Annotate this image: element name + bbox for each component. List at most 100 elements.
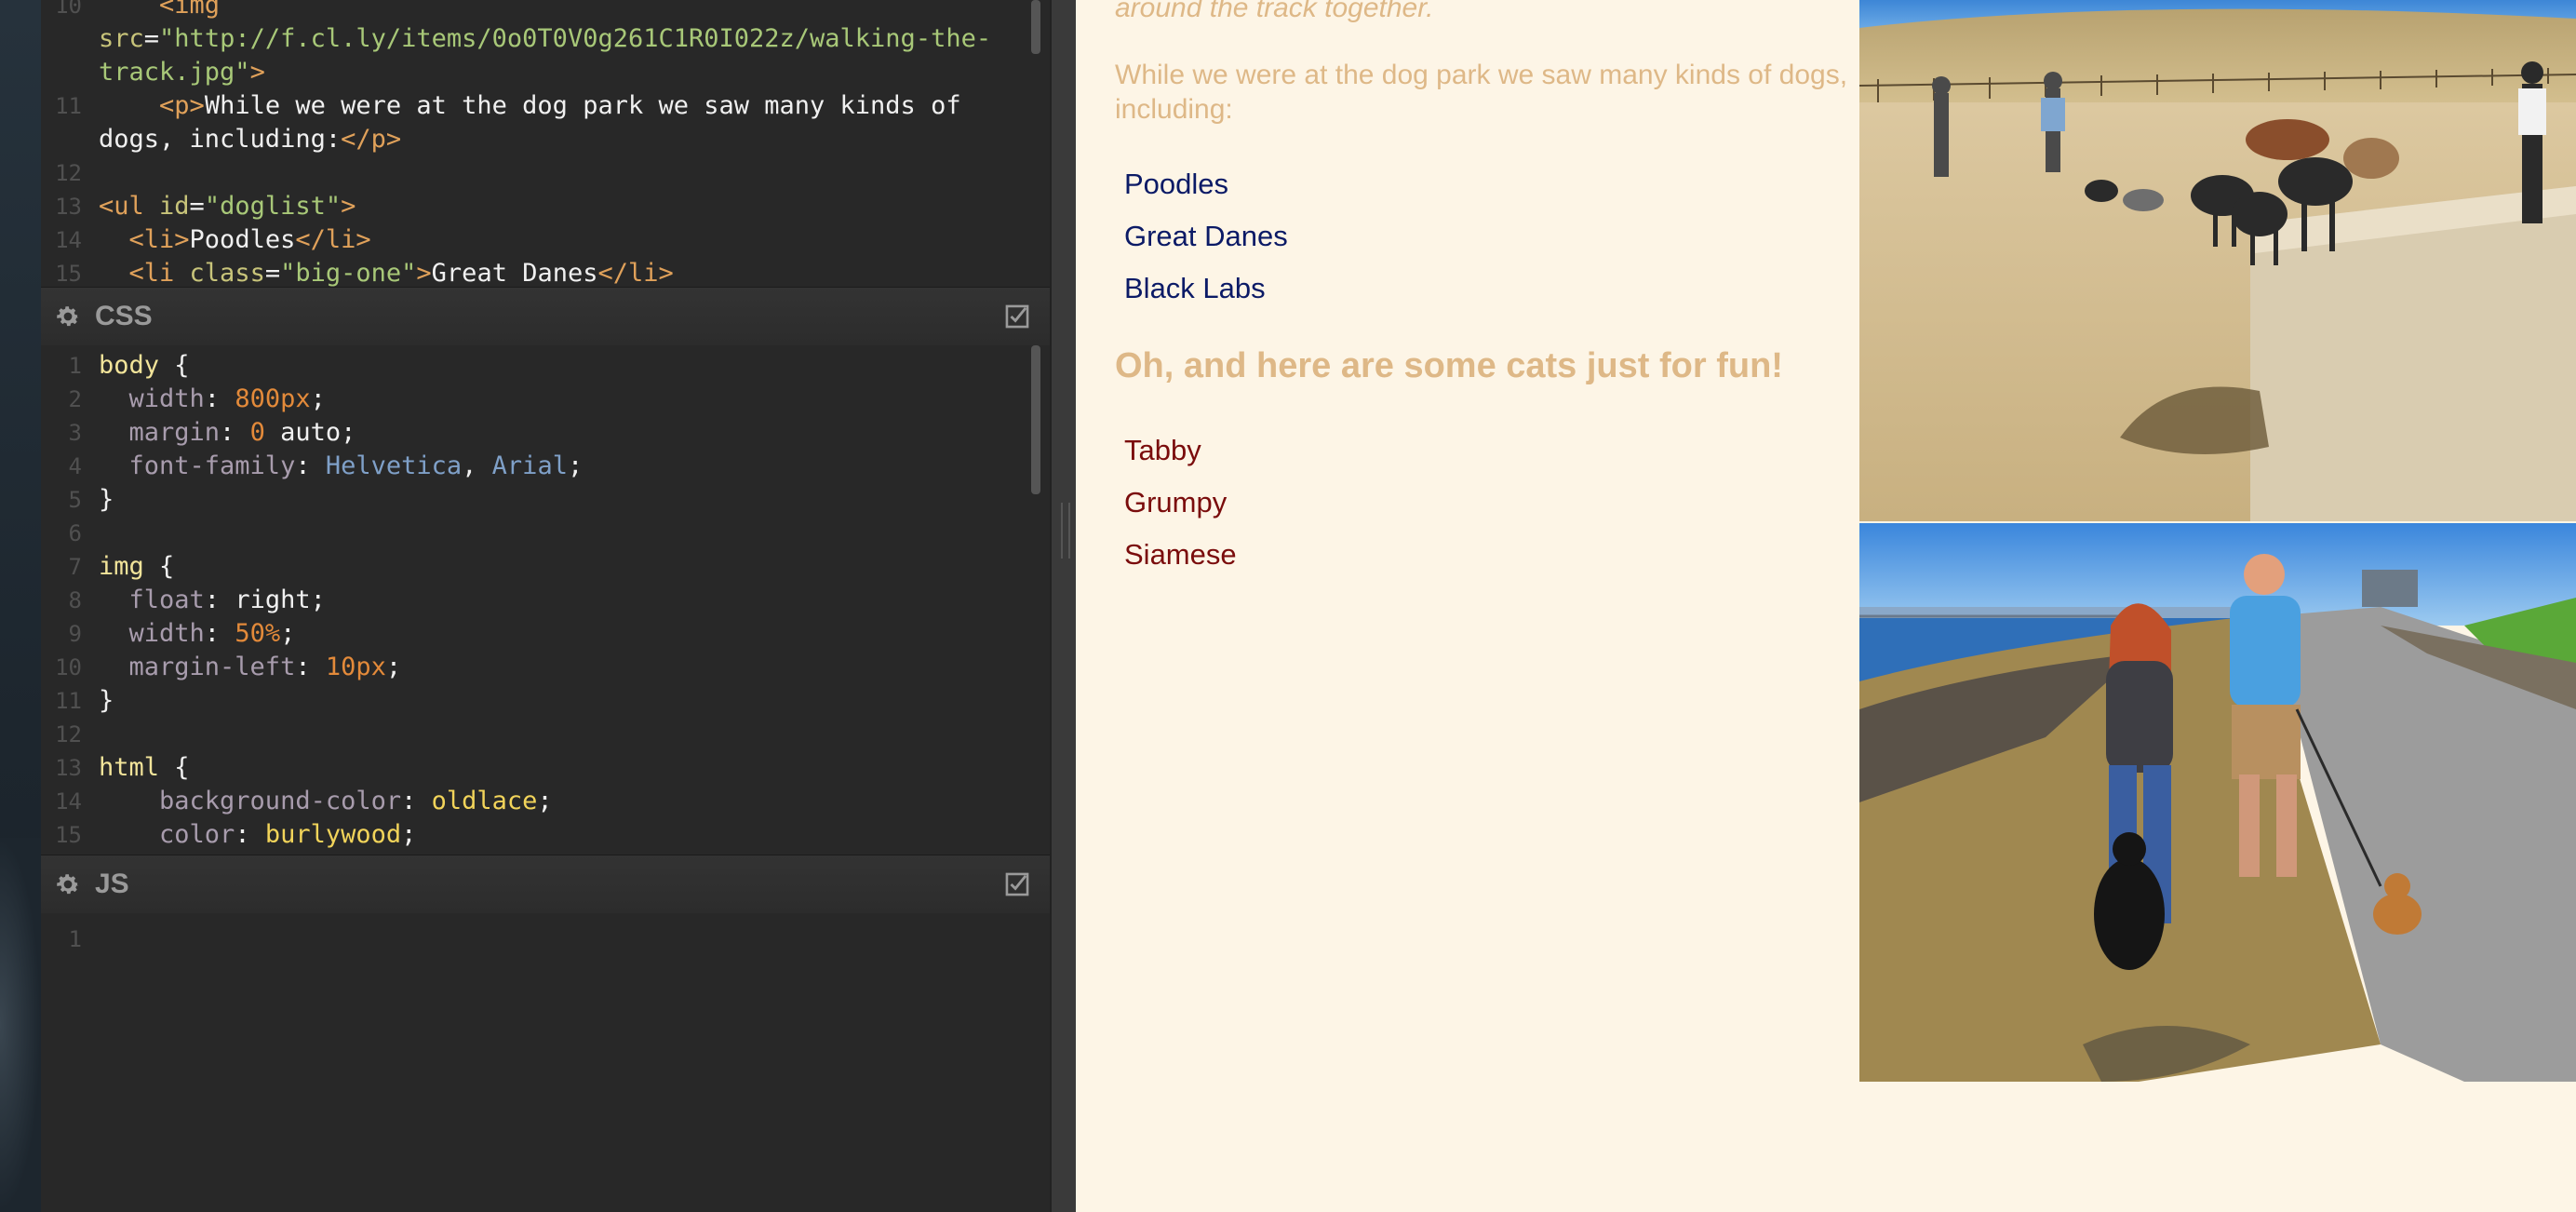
code-line[interactable] [99, 156, 991, 190]
code-token: id [159, 192, 190, 221]
code-token: Arial [491, 451, 568, 480]
code-token: img [99, 552, 144, 581]
line-number: 3 [68, 420, 82, 446]
splitter-grip[interactable] [1061, 503, 1070, 559]
code-token: > [341, 192, 356, 221]
code-token: class [189, 259, 265, 287]
code-line[interactable]: <li class="big-one">Great Danes</li> [99, 257, 991, 287]
code-line[interactable]: <ul id="doglist"> [99, 190, 991, 223]
code-line[interactable]: <img [99, 0, 991, 22]
js-pane[interactable]: 1 [41, 913, 1050, 1212]
code-token: = [189, 192, 205, 221]
line-number: 7 [68, 554, 82, 580]
code-line[interactable]: html { [99, 751, 583, 785]
html-code[interactable]: <img src="http://f.cl.ly/items/0o0T0V0g26… [99, 0, 991, 287]
checkbox-icon[interactable] [1005, 872, 1029, 896]
line-number: 1 [68, 353, 82, 379]
result-preview: around the track together. While we were… [1076, 0, 2576, 1212]
code-token: ; [280, 619, 296, 648]
code-token: float [99, 586, 205, 614]
css-scrollbar[interactable] [1031, 345, 1040, 494]
dog-list: Poodles Great Danes Black Labs [1124, 158, 1288, 315]
code-line[interactable]: } [99, 483, 583, 517]
code-line[interactable]: body { [99, 349, 583, 383]
line-number: 10 [55, 0, 82, 19]
code-token: 50% [235, 619, 281, 648]
code-token: </p> [341, 125, 402, 154]
line-number [48, 56, 82, 89]
code-line[interactable]: } [99, 684, 583, 718]
code-token: dogs, including: [99, 125, 342, 154]
code-token: ; [385, 653, 402, 681]
code-token: : [204, 586, 235, 614]
desktop-backdrop-shadow [0, 838, 41, 1212]
code-token: 0 [249, 418, 265, 447]
gear-icon[interactable] [54, 870, 82, 898]
code-line[interactable]: width: 800px; [99, 383, 583, 416]
code-token: { [159, 753, 190, 782]
code-line[interactable]: track.jpg"> [99, 56, 991, 89]
list-item: Siamese [1124, 538, 1237, 571]
js-pane-header: JS [41, 855, 1050, 914]
list-item: Grumpy [1124, 486, 1228, 518]
code-line[interactable] [99, 718, 583, 751]
line-number: 4 [68, 453, 82, 479]
code-token: burlywood [264, 820, 402, 849]
code-token: "big-one" [280, 259, 417, 287]
code-line[interactable]: <li>Poodles</li> [99, 223, 991, 257]
checkbox-icon[interactable] [1005, 304, 1029, 329]
code-line[interactable]: margin: 0 auto; [99, 416, 583, 450]
line-number: 13 [55, 755, 82, 781]
code-token: right [235, 586, 311, 614]
code-token: : [220, 418, 250, 447]
code-line[interactable]: margin-left: 10px; [99, 651, 583, 684]
code-token: 10px [325, 653, 386, 681]
line-number: 11 [55, 688, 82, 714]
code-token: <ul [99, 192, 160, 221]
line-number: 12 [55, 160, 82, 186]
code-token: ; [341, 418, 356, 447]
line-number: 1 [68, 926, 82, 952]
walking-the-track-photo [1859, 0, 2576, 521]
code-token: src [99, 24, 144, 53]
code-line[interactable]: color: burlywood; [99, 818, 583, 852]
code-token: track.jpg" [99, 58, 250, 87]
code-line[interactable]: dogs, including:</p> [99, 123, 991, 156]
code-token: </li> [597, 259, 674, 287]
code-line[interactable]: font-family: Helvetica, Arial; [99, 450, 584, 483]
gear-icon[interactable] [54, 303, 82, 330]
list-item: Tabby [1124, 434, 1201, 466]
code-token: : [295, 451, 326, 480]
css-code[interactable]: body { width: 800px; margin: 0 auto; fon… [99, 349, 583, 852]
line-number: 14 [55, 788, 82, 815]
code-line[interactable]: src="http://f.cl.ly/items/0o0T0V0g261C1R… [99, 22, 991, 56]
code-line[interactable] [99, 517, 583, 550]
code-line[interactable]: width: 50%; [99, 617, 583, 651]
code-line[interactable]: background-color: oldlace; [99, 785, 583, 818]
code-line[interactable]: <p>While we were at the dog park we saw … [99, 89, 991, 123]
html-pane[interactable]: 10 11 12 13 14 15 <img src="http://f.cl.ly/ite… [41, 0, 1050, 287]
code-token: { [159, 351, 190, 380]
code-token: 800px [235, 384, 311, 413]
code-token: : [204, 384, 235, 413]
dog-park-intro: While we were at the dog park we saw man… [1115, 60, 1848, 125]
caption-tail: around the track together. [1115, 0, 1434, 23]
line-number [48, 123, 82, 156]
html-scrollbar[interactable] [1031, 0, 1040, 54]
code-token: { [143, 552, 175, 581]
code-token: , [462, 451, 492, 480]
code-token: auto [264, 418, 342, 447]
cat-list: Tabby Grumpy Siamese [1124, 424, 1237, 581]
code-token: Helvetica [325, 451, 463, 480]
code-token: } [99, 686, 114, 715]
code-line[interactable]: img { [99, 550, 583, 584]
line-number: 15 [55, 261, 82, 287]
code-token: background-color [99, 787, 402, 815]
line-number: 5 [68, 487, 82, 513]
code-line[interactable]: float: right; [99, 584, 583, 617]
css-pane[interactable]: 1 2 3 4 5 6 7 8 9 10 11 12 13 14 15 body { width: 800p… [41, 345, 1050, 855]
code-token: width [99, 619, 205, 648]
